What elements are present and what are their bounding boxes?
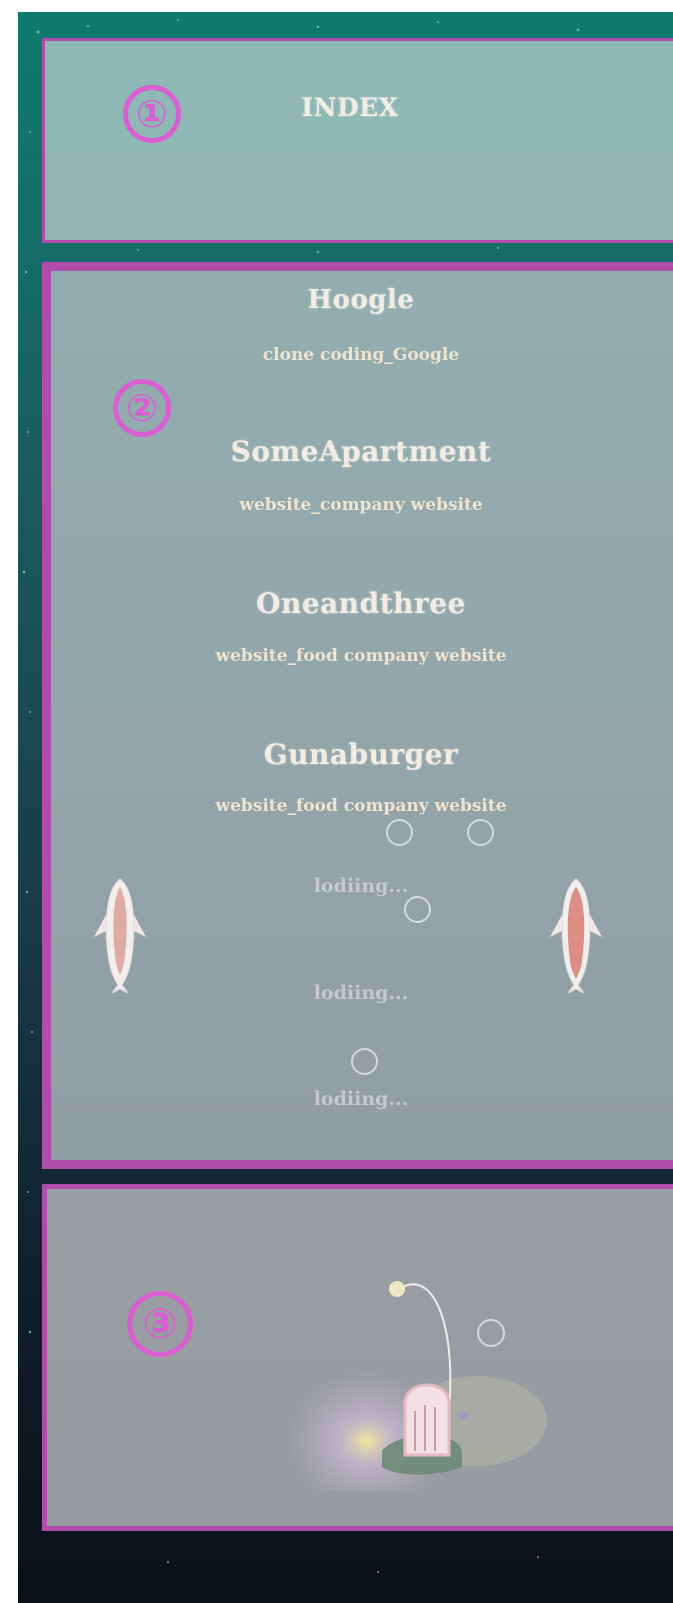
ocean-background: ① INDEX ② Hoogle clone coding_Google Som… bbox=[18, 12, 673, 1603]
project-description: clone coding_Google bbox=[262, 345, 460, 365]
project-description: website_food company website bbox=[215, 646, 507, 666]
bubble-icon bbox=[467, 819, 494, 846]
project-title[interactable]: Oneandthree bbox=[51, 587, 671, 620]
index-title[interactable]: INDEX bbox=[45, 93, 655, 122]
project-title[interactable]: Gunaburger bbox=[51, 738, 671, 771]
section-number-badge: ② bbox=[113, 379, 171, 437]
footer-panel: ③ bbox=[42, 1184, 673, 1531]
anglerfish-icon bbox=[287, 1281, 547, 1491]
bubble-icon bbox=[386, 819, 413, 846]
koi-fish-icon bbox=[94, 878, 146, 994]
section-number-badge: ③ bbox=[127, 1291, 193, 1357]
projects-panel: ② Hoogle clone coding_Google SomeApartme… bbox=[42, 262, 673, 1169]
koi-fish-icon bbox=[550, 878, 602, 994]
bubble-icon bbox=[351, 1048, 378, 1075]
project-title[interactable]: Hoogle bbox=[51, 285, 671, 315]
project-title[interactable]: SomeApartment bbox=[51, 435, 671, 468]
project-description: website_company website bbox=[239, 495, 483, 515]
loading-placeholder: lodiing... bbox=[313, 1088, 409, 1110]
bubble-icon bbox=[404, 896, 431, 923]
index-panel: ① INDEX bbox=[42, 38, 673, 243]
project-description: website_food company website bbox=[215, 796, 507, 816]
